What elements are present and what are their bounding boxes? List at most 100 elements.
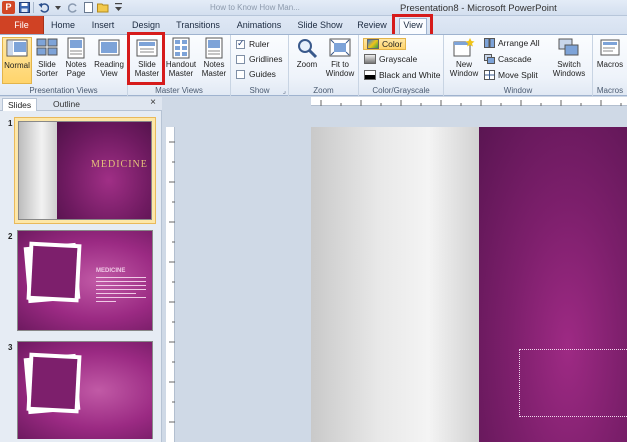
tab-view[interactable]: View — [399, 18, 427, 34]
slide-master-button[interactable]: Slide Master — [132, 37, 162, 78]
slide-thumbnail-1[interactable]: MEDICINE — [14, 117, 156, 224]
grayscale-swatch-icon — [364, 54, 376, 64]
macros-icon — [599, 37, 621, 59]
magnifier-icon — [296, 37, 318, 59]
notes-master-button[interactable]: Notes Master — [199, 37, 229, 78]
color-swatch-icon — [367, 39, 379, 49]
move-split-button[interactable]: Move Split — [484, 70, 538, 80]
slide-canvas[interactable] — [311, 127, 627, 442]
group-show: Ruler Gridlines Guides Show ⌟ — [231, 35, 289, 96]
group-macros: Macros Macros — [593, 35, 627, 96]
group-label-color-grayscale: Color/Grayscale — [372, 86, 430, 95]
tab-design[interactable]: Design — [130, 19, 162, 34]
customize-qat-icon[interactable] — [112, 2, 124, 14]
slide-3-preview — [17, 341, 153, 439]
slide-editing-area[interactable] — [163, 97, 627, 442]
gridlines-check-box[interactable] — [236, 54, 245, 64]
slide-number: 1 — [8, 119, 13, 128]
slide-number: 3 — [8, 343, 13, 352]
open-folder-icon[interactable] — [97, 2, 109, 14]
cascade-button[interactable]: Cascade — [484, 54, 532, 64]
switch-windows-button[interactable]: Switch Windows — [549, 37, 589, 78]
tab-file[interactable]: File — [0, 16, 44, 34]
notes-page-button[interactable]: Notes Page — [63, 37, 89, 78]
slide-sorter-button[interactable]: Slide Sorter — [34, 37, 60, 78]
title-bar: P How to Know How Man... Presentation8 -… — [0, 0, 627, 16]
new-file-icon[interactable] — [82, 2, 94, 14]
undo-icon[interactable] — [37, 2, 49, 14]
slide-sorter-icon — [36, 37, 58, 59]
tab-insert[interactable]: Insert — [90, 19, 116, 34]
guides-check-box[interactable] — [236, 69, 245, 79]
ribbon: Normal Slide Sorter Notes Page Reading V… — [0, 34, 627, 96]
powerpoint-app-icon[interactable]: P — [2, 1, 15, 14]
slide-1-preview: MEDICINE — [18, 121, 152, 220]
fit-to-window-button[interactable]: Fit to Window — [323, 37, 357, 78]
arrange-all-button[interactable]: Arrange All — [484, 38, 540, 48]
ribbon-tabs: File Home Insert Design Transitions Anim… — [0, 16, 627, 34]
slide-2-body-text — [96, 277, 146, 302]
tab-transitions[interactable]: Transitions — [174, 19, 222, 34]
slides-pane: Slides Outline × 1 MEDICINE 2 MEDICINE 3 — [0, 97, 162, 442]
slide-1-title: MEDICINE — [91, 159, 148, 170]
handout-master-icon — [170, 37, 192, 59]
group-label-macros: Macros — [596, 86, 624, 95]
cascade-icon — [484, 54, 495, 64]
redo-icon[interactable] — [67, 2, 79, 14]
gridlines-checkbox[interactable]: Gridlines — [236, 54, 283, 64]
ruler-checkbox[interactable]: Ruler — [236, 38, 269, 49]
slide-master-icon — [136, 37, 158, 59]
slide-3-photo — [30, 356, 78, 410]
group-label-zoom: Zoom — [313, 86, 334, 95]
slide-2-photo — [30, 245, 78, 299]
slide-2-title: MEDICINE — [96, 268, 126, 274]
zoom-button[interactable]: Zoom — [294, 37, 320, 69]
tab-slides[interactable]: Slides — [2, 98, 38, 111]
ruler-check-box[interactable] — [236, 38, 245, 49]
black-and-white-button[interactable]: Black and White — [364, 70, 440, 80]
group-master-views: Slide Master Handout Master Notes Master… — [128, 35, 231, 96]
slide-number: 2 — [8, 232, 13, 241]
guides-checkbox[interactable]: Guides — [236, 69, 276, 79]
tab-home[interactable]: Home — [50, 19, 76, 34]
slide-2-photo-frame — [26, 241, 82, 303]
reading-view-button[interactable]: Reading View — [92, 37, 126, 78]
qat-separator — [33, 2, 34, 13]
color-button[interactable]: Color — [363, 38, 407, 50]
handout-master-button[interactable]: Handout Master — [165, 37, 197, 78]
new-window-icon — [453, 37, 475, 59]
group-color-grayscale: Color Grayscale Black and White Color/Gr… — [359, 35, 444, 96]
fit-to-window-icon — [329, 37, 351, 59]
move-split-icon — [484, 70, 495, 80]
tab-slideshow[interactable]: Slide Show — [297, 19, 343, 34]
window-title: Presentation8 - Microsoft PowerPoint — [400, 3, 557, 14]
arrange-all-icon — [484, 38, 495, 48]
grayscale-button[interactable]: Grayscale — [364, 54, 417, 64]
content-placeholder[interactable] — [519, 349, 627, 417]
tab-review[interactable]: Review — [356, 19, 388, 34]
tab-outline[interactable]: Outline — [48, 98, 85, 111]
slide-2-preview: MEDICINE — [17, 230, 153, 331]
tab-animations[interactable]: Animations — [235, 19, 283, 34]
slide-thumbnail-3[interactable] — [14, 338, 156, 442]
slide-left-panel — [311, 127, 479, 442]
group-zoom: Zoom Fit to Window Zoom — [289, 35, 359, 96]
dialog-launcher-icon[interactable]: ⌟ — [283, 87, 286, 95]
notes-master-icon — [203, 37, 225, 59]
slide-thumbnail-2[interactable]: MEDICINE — [14, 227, 156, 334]
faded-window-title: How to Know How Man... — [210, 3, 300, 12]
save-icon[interactable] — [18, 2, 30, 14]
horizontal-ruler[interactable] — [311, 97, 627, 106]
slide-3-photo-frame — [26, 352, 82, 414]
quick-access-toolbar: P — [2, 1, 124, 14]
new-window-button[interactable]: New Window — [448, 37, 480, 78]
normal-view-button[interactable]: Normal — [2, 37, 32, 84]
group-label-window: Window — [503, 86, 533, 95]
normal-view-icon — [6, 38, 28, 60]
vertical-ruler[interactable] — [166, 127, 175, 442]
group-presentation-views: Normal Slide Sorter Notes Page Reading V… — [0, 35, 128, 96]
close-pane-icon[interactable]: × — [150, 97, 156, 108]
macros-button[interactable]: Macros — [595, 37, 625, 69]
undo-dropdown-icon[interactable] — [52, 2, 64, 14]
notes-page-icon — [65, 37, 87, 59]
